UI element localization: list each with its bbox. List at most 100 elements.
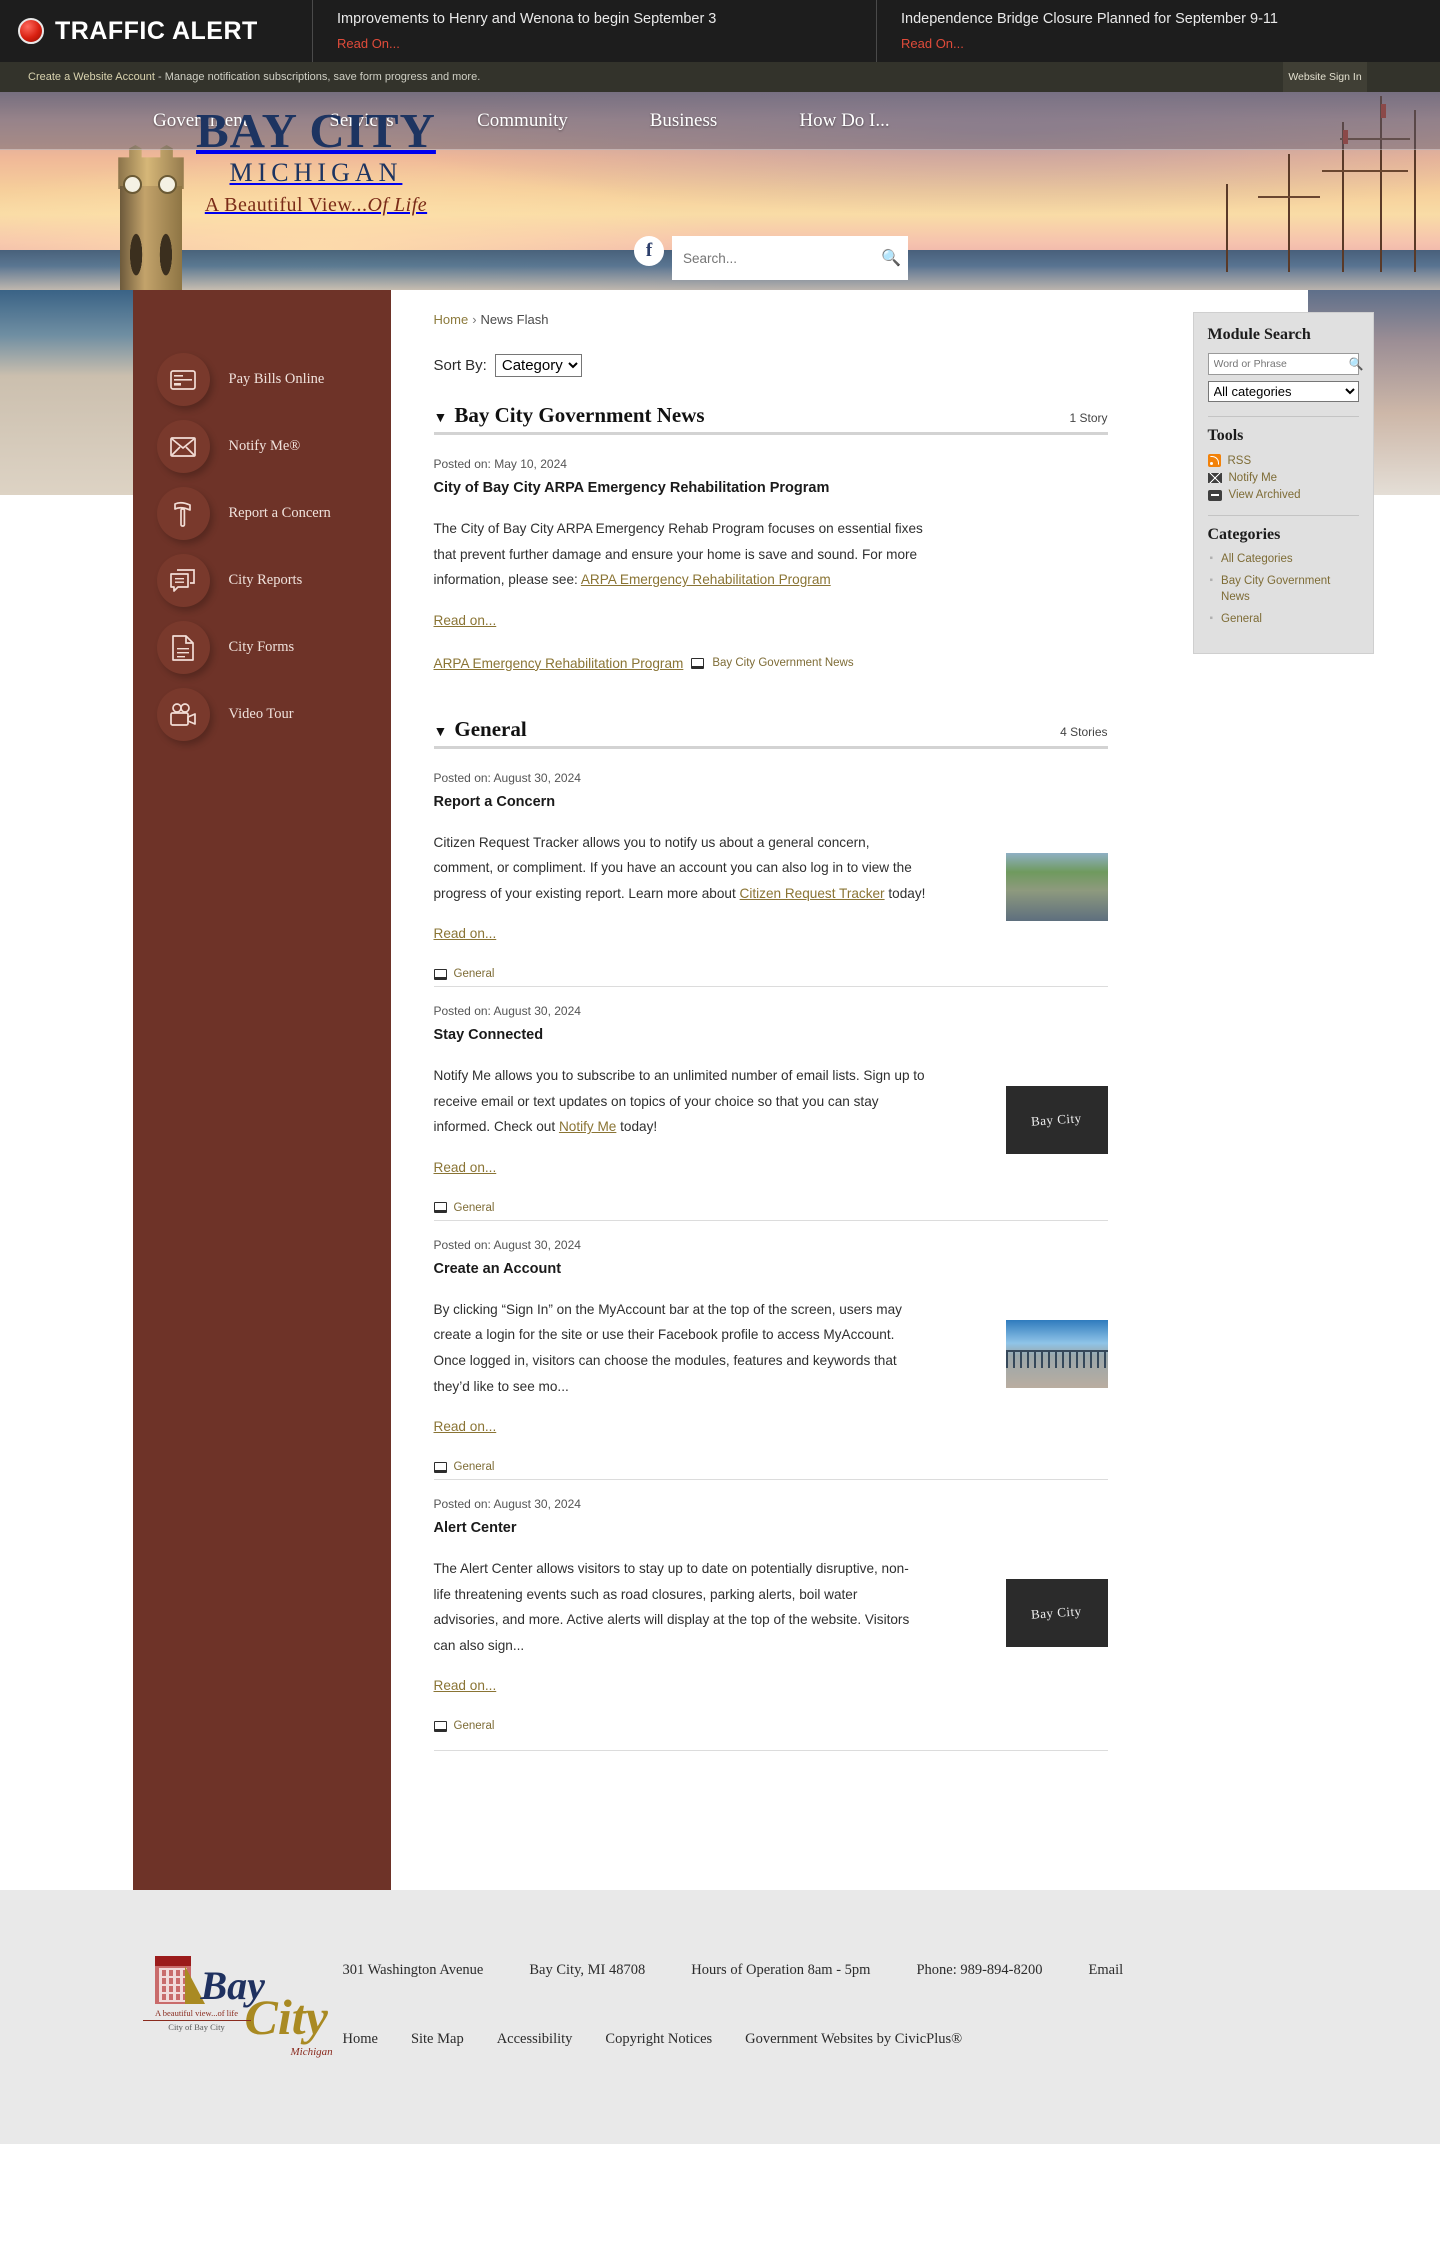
hero-search-box: 🔍	[672, 236, 908, 280]
category-link[interactable]: General	[1221, 611, 1262, 628]
category-list-item-all[interactable]: ▪ All Categories	[1208, 551, 1359, 568]
story-footer-link[interactable]: ARPA Emergency Rehabilitation Program	[434, 656, 684, 671]
story-read-on-link[interactable]: Read on...	[434, 1678, 497, 1693]
story-posted-date: Posted on: August 30, 2024	[433, 1237, 581, 1252]
story-thumbnail[interactable]	[1005, 1319, 1108, 1388]
search-input[interactable]	[672, 237, 874, 279]
story-thumbnail[interactable]	[1005, 852, 1108, 921]
tool-view-archived-label[interactable]: View Archived	[1229, 489, 1301, 501]
content-wrapper: Pay Bills Online Notify Me® Report a Con…	[132, 290, 1374, 1890]
alert-item-2-read-on[interactable]: Read On...	[901, 36, 964, 51]
alert-item-2: Independence Bridge Closure Planned for …	[877, 0, 1440, 62]
breadcrumb-home[interactable]: Home	[434, 312, 469, 327]
story-body-text: Notify Me allows you to subscribe to an …	[433, 1068, 925, 1135]
story-body-text-2: today!	[616, 1119, 658, 1135]
category-link[interactable]: All Categories	[1221, 551, 1293, 568]
footer-email-link[interactable]: Email	[1089, 1962, 1124, 1979]
category-list-item-bay-city-government-news[interactable]: ▪ Bay City Government News	[1208, 573, 1359, 606]
story-tag-label: General	[453, 968, 495, 981]
account-bar: Create a Website Account - Manage notifi…	[0, 62, 1440, 92]
story-tag-label: General	[453, 1461, 495, 1474]
story-read-on-link[interactable]: Read on...	[434, 1419, 497, 1434]
footer-link-civicplus[interactable]: Government Websites by CivicPlus®	[745, 2031, 962, 2048]
footer-link-home[interactable]: Home	[343, 2031, 378, 2048]
story-tag-label: Bay City Government News	[712, 657, 854, 670]
story-title: City of Bay City ARPA Emergency Rehabili…	[433, 480, 830, 496]
footer-links-row: Home Site Map Accessibility Copyright No…	[343, 2031, 1308, 2048]
credit-card-icon	[156, 353, 210, 406]
document-icon	[156, 621, 210, 674]
module-search-panel: Module Search 🔍 All categories Bay City …	[1192, 312, 1374, 654]
story-posted-date: Posted on: August 30, 2024	[433, 1004, 581, 1019]
site-logo[interactable]: BAY CITY MICHIGAN A Beautiful View...Of …	[196, 106, 436, 217]
footer-logo[interactable]: Bay City Michigan A beautiful view...of …	[141, 1948, 333, 2066]
account-bar-text: Create a Website Account - Manage notifi…	[0, 71, 480, 83]
quick-link-video-tour[interactable]: Video Tour	[133, 681, 391, 748]
quick-link-city-forms[interactable]: City Forms	[133, 614, 391, 681]
category-header-bay-city-government-news[interactable]: ▼ Bay City Government News 1 Story	[433, 403, 1108, 435]
footer-link-accessibility[interactable]: Accessibility	[497, 2031, 573, 2048]
module-search-box: 🔍	[1207, 353, 1363, 375]
story-inline-link[interactable]: ARPA Emergency Rehabilitation Program	[581, 572, 831, 587]
search-icon[interactable]: 🔍	[1349, 357, 1364, 371]
module-category-select[interactable]: All categories Bay City Government News …	[1207, 381, 1359, 402]
story-tag-row: General	[433, 1720, 1108, 1732]
tool-rss-label[interactable]: RSS	[1228, 455, 1252, 467]
sort-by-label: Sort By:	[433, 357, 487, 374]
category-header-general[interactable]: ▼ General 4 Stories	[433, 716, 1108, 749]
tool-notify-me[interactable]: Notify Me	[1207, 472, 1359, 484]
alert-item-1-read-on[interactable]: Read On...	[337, 36, 400, 51]
category-title: ▼ Bay City Government News	[433, 403, 705, 427]
facebook-icon[interactable]: f	[634, 236, 664, 266]
story-thumbnail[interactable]: Bay City	[1005, 1579, 1108, 1648]
hammer-icon	[156, 487, 210, 540]
sort-by-select[interactable]: Category Date	[494, 354, 582, 377]
quick-link-label: City Forms	[228, 639, 295, 655]
category-list-item-general[interactable]: ▪ General	[1208, 611, 1359, 628]
story-arpa-emergency-rehabilitation-program: Posted on: May 10, 2024 City of Bay City…	[434, 457, 1108, 677]
search-icon[interactable]: 🔍	[874, 248, 908, 268]
footer-address: 301 Washington Avenue	[342, 1962, 484, 1978]
website-sign-in-button[interactable]: Website Sign In	[1283, 62, 1367, 92]
quick-link-notify-me[interactable]: Notify Me®	[133, 413, 391, 480]
tool-view-archived[interactable]: View Archived	[1207, 489, 1359, 501]
category-tag-icon	[691, 657, 705, 669]
footer-link-copyright-notices[interactable]: Copyright Notices	[605, 2031, 712, 2048]
breadcrumb: Home › News Flash	[434, 312, 1308, 327]
create-website-account-link[interactable]: Create a Website Account	[28, 71, 155, 83]
site-footer: Bay City Michigan A beautiful view...of …	[0, 1890, 1440, 2144]
footer-logo-tagline: A beautiful view...of life	[142, 2008, 251, 2021]
archive-icon	[1207, 489, 1222, 501]
quick-link-pay-bills-online[interactable]: Pay Bills Online	[133, 346, 391, 413]
story-inline-link[interactable]: Notify Me	[559, 1119, 616, 1134]
story-inline-link[interactable]: Citizen Request Tracker	[740, 886, 885, 901]
quick-link-city-reports[interactable]: City Reports	[133, 547, 391, 614]
story-body-text: By clicking “Sign In” on the MyAccount b…	[433, 1301, 902, 1394]
quick-link-report-a-concern[interactable]: Report a Concern	[133, 480, 391, 547]
chevron-down-icon[interactable]: ▼	[434, 411, 448, 426]
story-read-on-link[interactable]: Read on...	[434, 613, 497, 628]
nav-item-how-do-i[interactable]: How Do I...	[764, 110, 925, 132]
chevron-down-icon[interactable]: ▼	[434, 725, 448, 740]
story-stay-connected: Posted on: August 30, 2024 Stay Connecte…	[433, 986, 1108, 1220]
category-title: ▼ General	[433, 716, 527, 741]
story-read-on-link[interactable]: Read on...	[434, 926, 497, 941]
category-link[interactable]: Bay City Government News	[1221, 573, 1358, 606]
footer-link-site-map[interactable]: Site Map	[411, 2031, 464, 2048]
module-search-input[interactable]	[1208, 354, 1349, 374]
nav-item-community[interactable]: Community	[442, 110, 603, 132]
module-search-heading: Module Search	[1207, 326, 1311, 343]
story-read-on-link[interactable]: Read on...	[434, 1160, 497, 1175]
tool-rss[interactable]: RSS	[1207, 454, 1359, 467]
alert-item-1-title: Improvements to Henry and Wenona to begi…	[337, 11, 717, 27]
tool-notify-me-label[interactable]: Notify Me	[1229, 472, 1278, 484]
footer-contact-row: 301 Washington Avenue Bay City, MI 48708…	[343, 1962, 1308, 1979]
alert-item-2-title: Independence Bridge Closure Planned for …	[901, 11, 1278, 27]
nav-item-business[interactable]: Business	[603, 110, 764, 132]
account-bar-tagline: - Manage notification subscriptions, sav…	[154, 71, 481, 83]
story-body: By clicking “Sign In” on the MyAccount b…	[434, 1297, 926, 1399]
story-thumbnail[interactable]: Bay City	[1005, 1086, 1108, 1155]
story-alert-center: Posted on: August 30, 2024 Alert Center …	[433, 1479, 1108, 1757]
quick-link-label: Notify Me®	[228, 438, 301, 454]
alert-dot-icon	[18, 18, 44, 44]
